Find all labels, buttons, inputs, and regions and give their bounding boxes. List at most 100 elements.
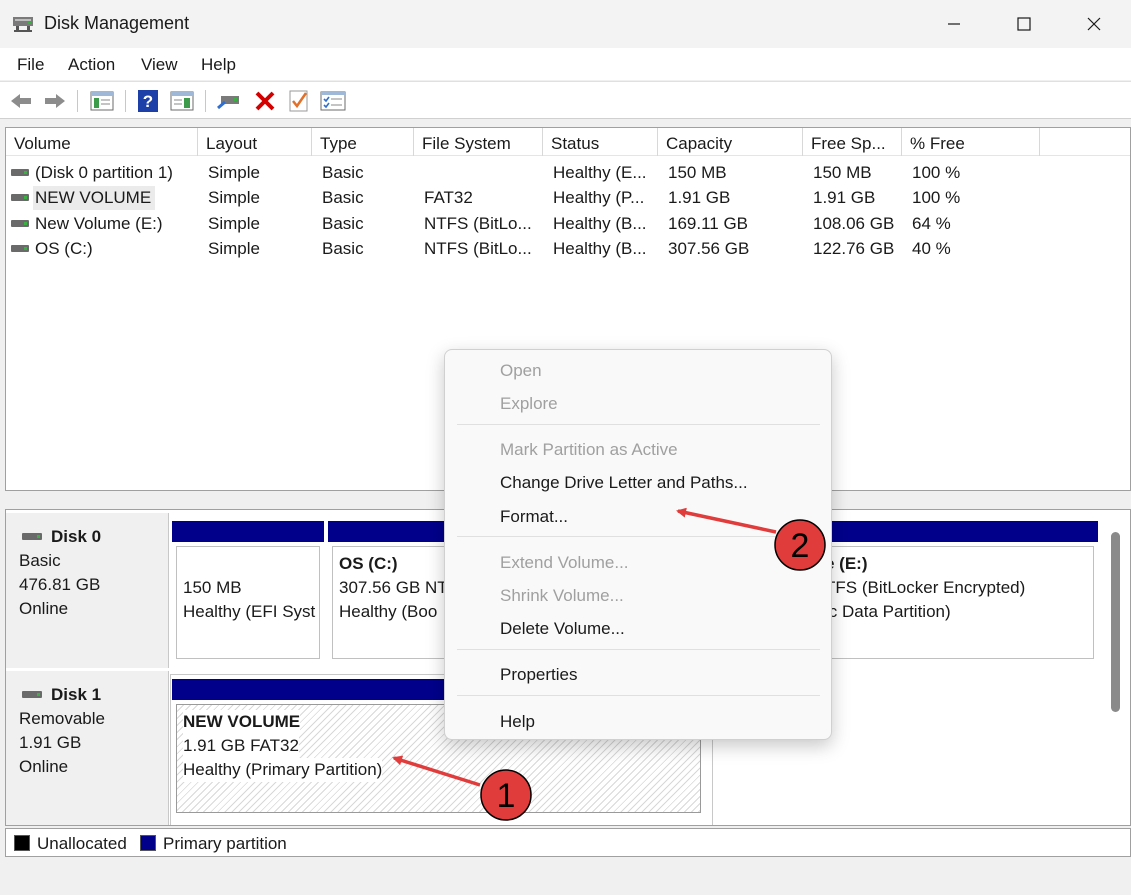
column-header-free-space[interactable]: Free Sp... [803, 128, 902, 156]
menu-action[interactable]: Action [68, 55, 115, 75]
cell-type: Basic [322, 214, 364, 233]
disk-1-state: Online [19, 757, 69, 776]
cell-volume: OS (C:) [35, 239, 93, 258]
cell-capacity: 169.11 GB [668, 214, 749, 233]
cell-status: Healthy (B... [553, 214, 647, 233]
forward-arrow-icon [45, 94, 65, 108]
cell-file-system: NTFS (BitLo... [424, 239, 532, 258]
delete-button[interactable] [252, 88, 278, 114]
cell-type: Basic [322, 188, 364, 207]
check-icon [289, 90, 308, 112]
menu-bar: File Action View Help [0, 48, 1131, 80]
menu-file[interactable]: File [17, 55, 44, 75]
partition-efi[interactable]: 150 MB Healthy (EFI Syst [172, 521, 324, 663]
check-button[interactable] [286, 88, 312, 114]
menu-separator [457, 424, 820, 425]
menu-item-open[interactable]: Open [500, 361, 542, 381]
properties-button[interactable] [320, 88, 346, 114]
cell-file-system: NTFS (BitLo... [424, 214, 532, 233]
cell-percent-free: 100 % [912, 163, 961, 182]
legend-swatch-unallocated [14, 835, 30, 851]
legend: Unallocated Primary partition [5, 828, 1131, 857]
console-tree-button[interactable] [89, 88, 115, 114]
column-header-volume[interactable]: Volume [6, 128, 198, 156]
menu-view[interactable]: View [141, 55, 178, 75]
table-row[interactable]: New Volume (E:) Simple Basic NTFS (BitLo… [6, 211, 1130, 236]
menu-separator [457, 695, 820, 696]
cell-type: Basic [322, 163, 364, 182]
column-header-file-system[interactable]: File System [414, 128, 543, 156]
disk-icon [22, 691, 42, 698]
column-header-type[interactable]: Type [312, 128, 414, 156]
cell-capacity: 150 MB [668, 163, 727, 182]
volume-icon [11, 220, 29, 227]
disk-1-type: Removable [19, 709, 105, 728]
menu-item-mark-partition-active[interactable]: Mark Partition as Active [500, 440, 678, 460]
maximize-button[interactable] [1001, 0, 1047, 48]
volume-icon [11, 245, 29, 252]
title-bar[interactable]: Disk Management [0, 0, 1131, 48]
connect-icon [217, 96, 239, 110]
disk-0-name: Disk 0 [19, 525, 168, 549]
cell-free-space: 122.76 GB [813, 239, 895, 258]
minimize-button[interactable] [931, 0, 977, 48]
delete-icon [255, 91, 275, 111]
status-bar [0, 860, 1131, 895]
disk-0-size: 476.81 GB [19, 575, 101, 594]
cell-status: Healthy (P... [553, 188, 645, 207]
column-header-layout[interactable]: Layout [198, 128, 312, 156]
partition-details: e (E:) TFS (BitLocker Encrypted) ic Data… [824, 546, 1094, 659]
console-tree-icon [90, 91, 114, 111]
cell-free-space: 1.91 GB [813, 188, 876, 207]
partition-new-volume-e[interactable]: e (E:) TFS (BitLocker Encrypted) ic Data… [824, 521, 1098, 663]
connect-button[interactable] [216, 88, 242, 114]
toolbar-separator [125, 90, 126, 112]
scrollbar-thumb[interactable] [1111, 532, 1120, 712]
menu-item-format[interactable]: Format... [500, 507, 568, 527]
disk-icon [22, 533, 42, 540]
partition-os-c[interactable]: OS (C:) 307.56 GB NT Healthy (Boo [328, 521, 456, 663]
column-header-capacity[interactable]: Capacity [658, 128, 803, 156]
menu-item-delete-volume[interactable]: Delete Volume... [500, 619, 625, 639]
column-header-percent-free[interactable]: % Free [902, 128, 1040, 156]
partition-color-bar [172, 521, 324, 542]
legend-label-primary: Primary partition [163, 834, 287, 853]
menu-item-shrink-volume[interactable]: Shrink Volume... [500, 586, 624, 606]
minimize-icon [948, 23, 960, 25]
help-button[interactable]: ? [135, 88, 161, 114]
partition-color-bar [824, 521, 1098, 542]
context-menu: Open Explore Mark Partition as Active Ch… [444, 349, 832, 740]
disk-management-app-icon [12, 13, 34, 33]
menu-help[interactable]: Help [201, 55, 236, 75]
cell-type: Basic [322, 239, 364, 258]
menu-separator [457, 649, 820, 650]
disk-1-label[interactable]: Disk 1 Removable 1.91 GB Online [6, 671, 169, 825]
legend-label-unallocated: Unallocated [37, 834, 127, 853]
partition-details: 150 MB Healthy (EFI Syst [176, 546, 320, 659]
cell-capacity: 1.91 GB [668, 188, 731, 207]
menu-item-extend-volume[interactable]: Extend Volume... [500, 553, 629, 573]
partition-color-bar [328, 521, 456, 542]
disk-1-name: Disk 1 [19, 683, 168, 707]
close-button[interactable] [1071, 0, 1117, 48]
disk-0-state: Online [19, 599, 69, 618]
window-title: Disk Management [44, 13, 190, 33]
table-row[interactable]: NEW VOLUME Simple Basic FAT32 Healthy (P… [6, 185, 1130, 210]
cell-layout: Simple [208, 163, 260, 182]
toolbar-separator [205, 90, 206, 112]
legend-swatch-primary [140, 835, 156, 851]
disk-0-label[interactable]: Disk 0 Basic 476.81 GB Online [6, 513, 169, 668]
menu-item-explore[interactable]: Explore [500, 394, 558, 414]
table-row[interactable]: OS (C:) Simple Basic NTFS (BitLo... Heal… [6, 236, 1130, 261]
table-row[interactable]: (Disk 0 partition 1) Simple Basic Health… [6, 160, 1130, 185]
menu-item-properties[interactable]: Properties [500, 665, 577, 685]
show-pane-button[interactable] [169, 88, 195, 114]
menu-item-help[interactable]: Help [500, 712, 535, 732]
maximize-icon [1017, 17, 1031, 31]
forward-button[interactable] [42, 88, 68, 114]
column-header-status[interactable]: Status [543, 128, 658, 156]
disk-map-scrollbar[interactable] [1109, 528, 1123, 813]
back-button[interactable] [8, 88, 34, 114]
menu-item-change-drive-letter[interactable]: Change Drive Letter and Paths... [500, 473, 748, 493]
volume-icon [11, 169, 29, 176]
